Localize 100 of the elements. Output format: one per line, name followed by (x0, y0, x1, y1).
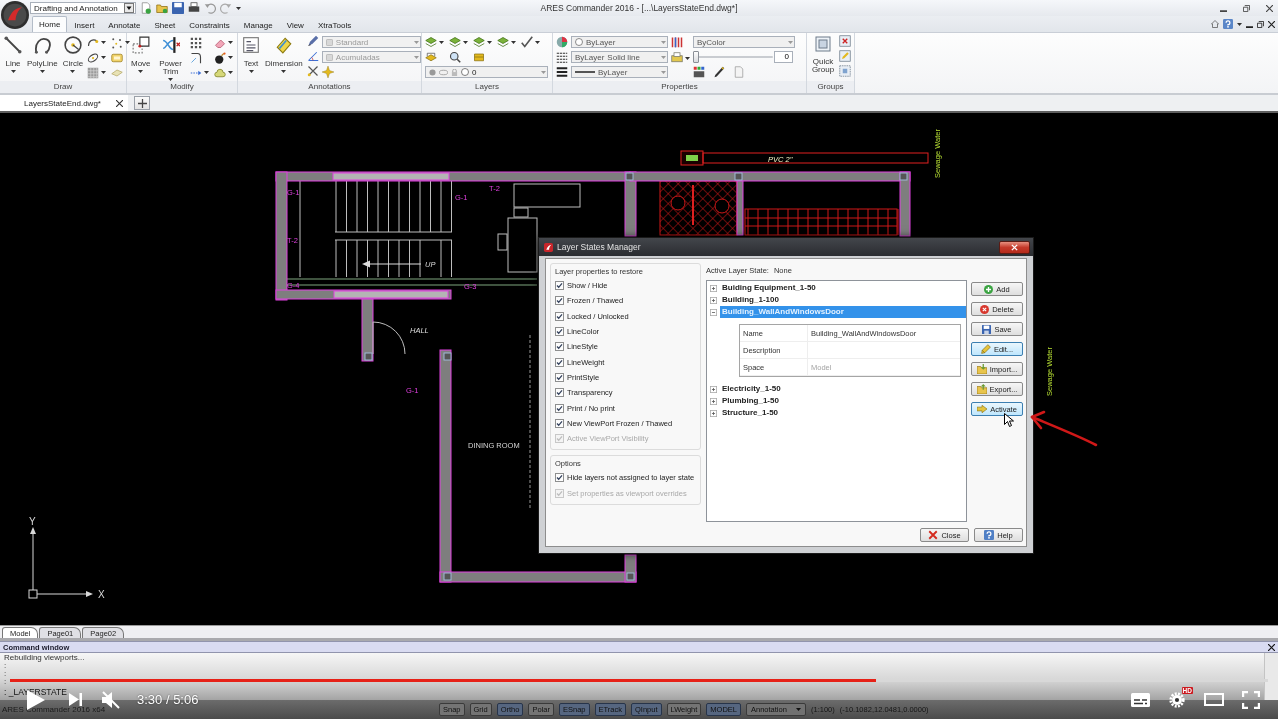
arrow-right-icon[interactable] (977, 405, 988, 413)
layer-stack-icon[interactable] (425, 36, 437, 48)
dot-grid-icon[interactable] (189, 36, 202, 49)
ribbon-tab[interactable]: Annotate (101, 18, 148, 32)
pen-icon[interactable] (713, 66, 725, 78)
layer-state-item[interactable]: Electricity_1-50 (720, 383, 966, 395)
checkbox[interactable] (555, 342, 564, 352)
ribbon-tab[interactable]: View (279, 18, 311, 32)
ribbon-tab[interactable]: Insert (67, 18, 102, 32)
new-file-icon[interactable] (140, 2, 152, 14)
home-icon[interactable] (1211, 20, 1219, 28)
new-tab-button[interactable] (134, 96, 150, 110)
layer-dropdown[interactable]: 0 (425, 66, 548, 78)
command-prompt[interactable]: : _LAYERSTATE (4, 686, 67, 700)
restore-icon[interactable] (1243, 4, 1250, 12)
ribbon-tab[interactable]: Sheet (147, 18, 183, 32)
linestyle-dropdown[interactable]: ByLayer Solid line (571, 51, 668, 63)
expand-icon[interactable] (710, 385, 717, 393)
dashed-lines-icon[interactable] (556, 51, 568, 63)
layer-stack-icon[interactable] (425, 51, 437, 63)
checkbox[interactable] (555, 357, 564, 367)
close-icon[interactable] (1268, 643, 1275, 651)
search-icon[interactable] (449, 51, 461, 63)
angle-icon[interactable] (306, 50, 319, 62)
skip-next-icon[interactable] (69, 693, 82, 706)
x-mark-icon[interactable] (928, 530, 939, 540)
points-icon[interactable] (111, 36, 124, 49)
ellipse-icon[interactable] (87, 51, 100, 64)
color-wheel-icon[interactable] (556, 36, 568, 48)
ribbon-tool-button[interactable]: Quick Group (810, 34, 836, 74)
group-remove-icon[interactable] (839, 35, 851, 47)
document-tab[interactable]: LayersStateEnd.dwg* (0, 95, 128, 111)
check-mark-icon[interactable] (521, 36, 533, 48)
caret-icon[interactable] (487, 40, 492, 44)
collapse-icon[interactable] (710, 308, 717, 316)
caret-icon[interactable] (227, 56, 233, 59)
caret-icon[interactable] (39, 70, 45, 73)
caret-icon[interactable] (101, 71, 107, 74)
cross-icon[interactable] (306, 65, 319, 77)
print-style-dropdown[interactable]: ByColor (693, 36, 795, 48)
checkbox[interactable] (555, 418, 564, 428)
layer-stack-icon[interactable] (497, 36, 509, 48)
layer-stack-icon[interactable] (449, 36, 461, 48)
caret-icon[interactable] (1237, 22, 1242, 26)
undo-icon[interactable] (204, 2, 216, 14)
restore-icon[interactable] (1257, 20, 1264, 28)
x-circle-icon[interactable] (980, 304, 990, 314)
caret-icon[interactable] (125, 41, 131, 44)
caret-icon[interactable] (227, 71, 233, 74)
checkbox[interactable] (555, 473, 564, 483)
ribbon-tool-button[interactable]: PolyLine (26, 34, 59, 73)
ribbon-tab[interactable]: Constraints (182, 18, 237, 32)
rounded-corner-icon[interactable] (189, 51, 202, 64)
checkbox[interactable] (555, 403, 564, 413)
caret-icon[interactable] (10, 70, 16, 73)
ribbon-tab[interactable]: Manage (236, 18, 280, 32)
ribbon-tool-button[interactable]: Line (3, 34, 23, 73)
lineweight-dropdown[interactable]: ByLayer (571, 66, 668, 78)
close-icon[interactable] (116, 99, 123, 107)
drawer-icon[interactable] (473, 51, 485, 63)
ribbon-tool-button[interactable]: Circle (61, 34, 85, 73)
plus-circle-icon[interactable] (984, 284, 994, 294)
caret-icon[interactable] (535, 40, 540, 44)
expand-icon[interactable] (710, 409, 717, 417)
help-icon[interactable] (984, 530, 995, 540)
close-icon[interactable] (1266, 4, 1273, 12)
caret-icon[interactable] (439, 40, 444, 44)
color-bars-icon[interactable] (671, 36, 683, 48)
folder-arrow-icon[interactable] (976, 384, 987, 394)
color-dropdown[interactable]: ByLayer (571, 36, 668, 48)
close-icon[interactable] (1268, 20, 1275, 28)
layer-state-item[interactable]: Plumbing_1-50 (720, 395, 966, 407)
caret-icon[interactable] (203, 71, 209, 74)
ribbon-tool-button[interactable]: Dimension (264, 34, 304, 73)
expand-icon[interactable] (710, 284, 717, 292)
theater-mode-icon[interactable] (1204, 693, 1224, 706)
ribbon-tool-button[interactable]: Move (130, 34, 152, 73)
workspace-dropdown[interactable]: Drafting and Annotation (30, 2, 136, 14)
caret-icon[interactable] (101, 41, 107, 44)
fullscreen-icon[interactable] (1242, 690, 1260, 709)
ribbon-tool-button[interactable]: Text (241, 34, 261, 73)
ribbon-tab[interactable]: XtraTools (310, 18, 359, 32)
folder-arrow-icon[interactable] (976, 364, 987, 374)
arc-icon[interactable] (87, 36, 100, 49)
expand-icon[interactable] (710, 397, 717, 405)
checkbox[interactable] (555, 281, 564, 291)
video-progress-track[interactable] (10, 679, 1268, 682)
scrollbar[interactable] (1264, 653, 1278, 700)
checkbox[interactable] (555, 388, 564, 398)
checkbox[interactable] (555, 327, 564, 337)
close-button[interactable] (999, 240, 1030, 254)
printer-icon[interactable] (188, 2, 200, 14)
layer-state-item[interactable]: Structure_1-50 (720, 407, 966, 419)
caret-icon[interactable] (70, 70, 76, 73)
checkbox[interactable] (555, 372, 564, 382)
caret-icon[interactable] (281, 70, 287, 73)
caret-icon[interactable] (248, 70, 254, 73)
layer-stack-icon[interactable] (473, 36, 485, 48)
transparency-slider[interactable] (693, 51, 773, 63)
caret-icon[interactable] (227, 41, 233, 44)
